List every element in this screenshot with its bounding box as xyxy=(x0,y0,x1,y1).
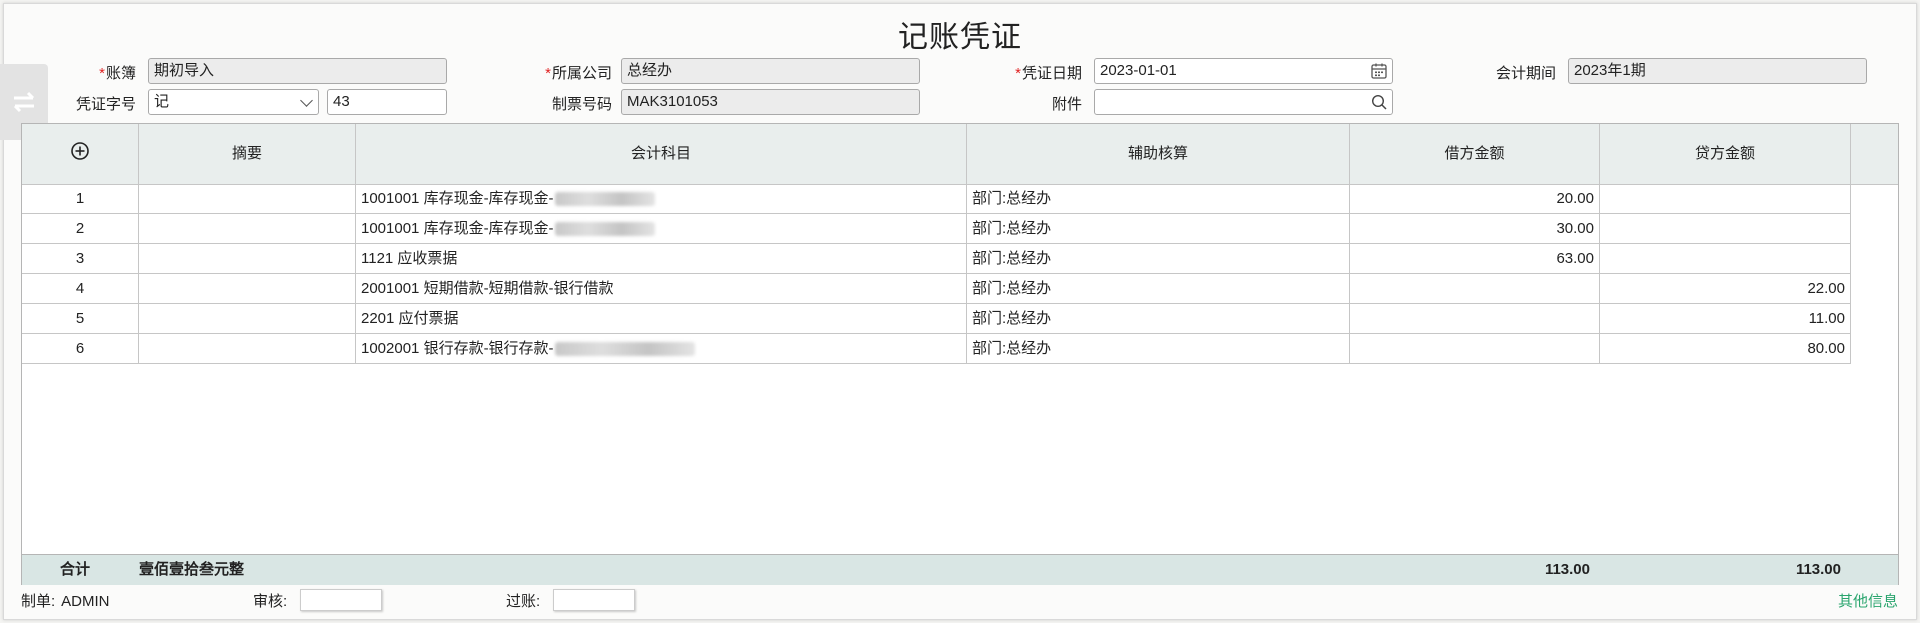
redacted-text xyxy=(554,192,655,207)
summary-cell[interactable] xyxy=(139,274,356,303)
debit-cell[interactable]: 30.00 xyxy=(1350,214,1600,243)
row-number: 2 xyxy=(22,214,139,243)
table-row[interactable]: 4 2001001 短期借款-短期借款-银行借款 部门:总经办 22.00 xyxy=(22,274,1851,304)
attachment-field[interactable] xyxy=(1094,89,1393,115)
ledger-label: *账簿 xyxy=(99,65,136,82)
ticket-label: 制票号码 xyxy=(551,96,612,113)
row-number: 4 xyxy=(22,274,139,303)
period-label: 会计期间 xyxy=(1495,65,1556,82)
total-label: 合计 xyxy=(60,561,91,578)
summary-cell[interactable] xyxy=(139,184,356,213)
header-auxiliary: 辅助核算 xyxy=(967,124,1350,184)
auxiliary-cell[interactable]: 部门:总经办 xyxy=(967,214,1350,243)
redacted-text xyxy=(554,342,695,357)
total-credit: 113.00 xyxy=(1795,561,1841,578)
voucher-number-input[interactable]: 43 xyxy=(327,89,447,115)
ledger-field[interactable]: 期初导入 xyxy=(148,58,447,84)
calendar-icon[interactable] xyxy=(1370,62,1388,80)
credit-cell[interactable]: 11.00 xyxy=(1600,304,1851,333)
redacted-text xyxy=(554,222,655,237)
debit-cell[interactable] xyxy=(1350,304,1600,333)
account-cell[interactable]: 1002001 银行存款-银行存款- xyxy=(356,334,967,363)
debit-cell[interactable]: 20.00 xyxy=(1350,184,1600,213)
table-row[interactable]: 2 1001001 库存现金-库存现金- 部门:总经办 30.00 xyxy=(22,214,1851,244)
total-amount-words: 壹佰壹拾叁元整 xyxy=(139,561,245,578)
credit-cell[interactable]: 22.00 xyxy=(1600,274,1851,303)
account-cell[interactable]: 2201 应付票据 xyxy=(356,304,967,333)
credit-cell[interactable] xyxy=(1600,244,1851,273)
row-number: 3 xyxy=(22,244,139,273)
date-label: *凭证日期 xyxy=(1015,65,1082,82)
account-cell[interactable]: 1121 应收票据 xyxy=(356,244,967,273)
other-info-link[interactable]: 其他信息 xyxy=(1838,590,1898,611)
table-row[interactable]: 3 1121 应收票据 部门:总经办 63.00 xyxy=(22,244,1851,274)
row-number: 6 xyxy=(22,334,139,363)
post-label: 过账: xyxy=(506,593,541,610)
chevron-down-icon xyxy=(300,94,313,107)
credit-cell[interactable] xyxy=(1600,214,1851,243)
voucher-entries-table: 摘要 会计科目 辅助核算 借方金额 贷方金额 1 1001001 库存现金-库存… xyxy=(21,123,1899,585)
ticket-field[interactable]: MAK3101053 xyxy=(621,89,920,115)
switch-icon xyxy=(13,91,35,113)
summary-cell[interactable] xyxy=(139,244,356,273)
search-icon[interactable] xyxy=(1370,93,1388,111)
header-account: 会计科目 xyxy=(356,124,967,184)
audit-label: 审核: xyxy=(253,593,288,610)
account-cell[interactable]: 1001001 库存现金-库存现金- xyxy=(356,214,967,243)
post-signature-field[interactable] xyxy=(553,589,635,611)
table-row[interactable]: 6 1002001 银行存款-银行存款- 部门:总经办 80.00 xyxy=(22,334,1851,364)
auxiliary-cell[interactable]: 部门:总经办 xyxy=(967,274,1350,303)
row-number: 1 xyxy=(22,184,139,213)
period-field[interactable]: 2023年1期 xyxy=(1568,58,1867,84)
date-field[interactable]: 2023-01-01 xyxy=(1094,58,1393,84)
table-row[interactable]: 1 1001001 库存现金-库存现金- 部门:总经办 20.00 xyxy=(22,184,1851,214)
debit-cell[interactable] xyxy=(1350,334,1600,363)
auxiliary-cell[interactable]: 部门:总经办 xyxy=(967,304,1350,333)
total-debit: 113.00 xyxy=(1544,561,1590,578)
credit-cell[interactable] xyxy=(1600,184,1851,213)
auxiliary-cell[interactable]: 部门:总经办 xyxy=(967,334,1350,363)
credit-cell[interactable]: 80.00 xyxy=(1600,334,1851,363)
debit-cell[interactable]: 63.00 xyxy=(1350,244,1600,273)
company-field[interactable]: 总经办 xyxy=(621,58,920,84)
summary-cell[interactable] xyxy=(139,214,356,243)
row-number: 5 xyxy=(22,304,139,333)
page-title: 记账凭证 xyxy=(898,21,1022,54)
header-credit: 贷方金额 xyxy=(1600,124,1851,184)
maker-info: 制单: ADMIN xyxy=(21,593,110,610)
summary-cell[interactable] xyxy=(139,334,356,363)
header-debit: 借方金额 xyxy=(1350,124,1600,184)
voucher-word-select[interactable]: 记 xyxy=(148,89,319,115)
attachment-label: 附件 xyxy=(1051,96,1082,113)
table-row[interactable]: 5 2201 应付票据 部门:总经办 11.00 xyxy=(22,304,1851,334)
header-summary: 摘要 xyxy=(139,124,356,184)
debit-cell[interactable] xyxy=(1350,274,1600,303)
account-cell[interactable]: 1001001 库存现金-库存现金- xyxy=(356,184,967,213)
company-label: *所属公司 xyxy=(545,65,612,82)
add-row-icon xyxy=(71,142,89,160)
voucher-word-label: 凭证字号 xyxy=(75,96,136,113)
total-row: 合计 壹佰壹拾叁元整 113.00 113.00 xyxy=(22,554,1898,585)
auxiliary-cell[interactable]: 部门:总经办 xyxy=(967,184,1350,213)
audit-signature-field[interactable] xyxy=(300,589,382,611)
table-header: 摘要 会计科目 辅助核算 借方金额 贷方金额 xyxy=(22,124,1898,185)
add-row-button[interactable] xyxy=(22,124,139,184)
account-cell[interactable]: 2001001 短期借款-短期借款-银行借款 xyxy=(356,274,967,303)
auxiliary-cell[interactable]: 部门:总经办 xyxy=(967,244,1350,273)
summary-cell[interactable] xyxy=(139,304,356,333)
